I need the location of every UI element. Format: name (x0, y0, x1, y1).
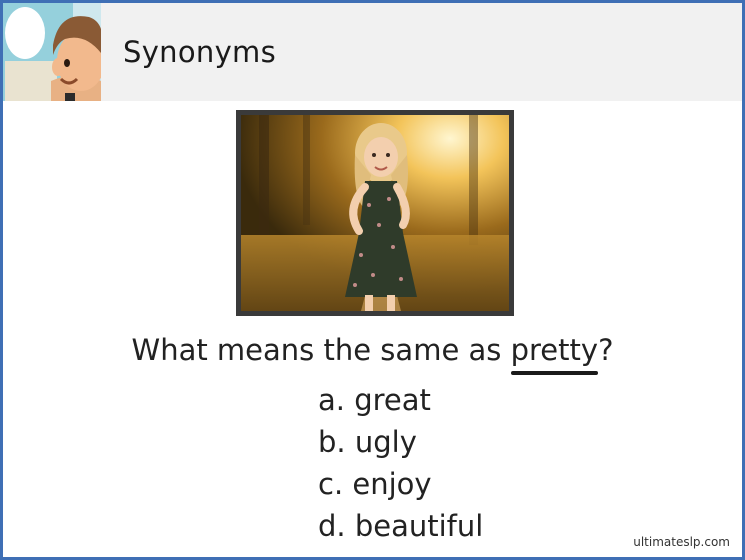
photo-frame (236, 110, 514, 316)
option-d[interactable]: d. beautiful (318, 505, 483, 547)
header-bar: Synonyms (3, 3, 742, 101)
question-prefix: What means the same as (131, 333, 511, 367)
teacher-avatar-icon (3, 3, 101, 101)
question-text: What means the same as pretty? (3, 333, 742, 375)
question-suffix: ? (598, 333, 614, 367)
target-word-underline (510, 371, 599, 375)
target-word-text: pretty (510, 333, 599, 367)
answer-options: a. great b. ugly c. enjoy d. beautiful (318, 379, 483, 547)
slide-title: Synonyms (123, 35, 276, 69)
girl-in-forest-photo (241, 115, 509, 311)
target-word: pretty (510, 333, 599, 375)
option-c[interactable]: c. enjoy (318, 463, 483, 505)
option-b[interactable]: b. ugly (318, 421, 483, 463)
slide: Synonyms What means the same as pretty ?… (0, 0, 745, 560)
credit-text: ultimateslp.com (633, 535, 730, 549)
option-a[interactable]: a. great (318, 379, 483, 421)
